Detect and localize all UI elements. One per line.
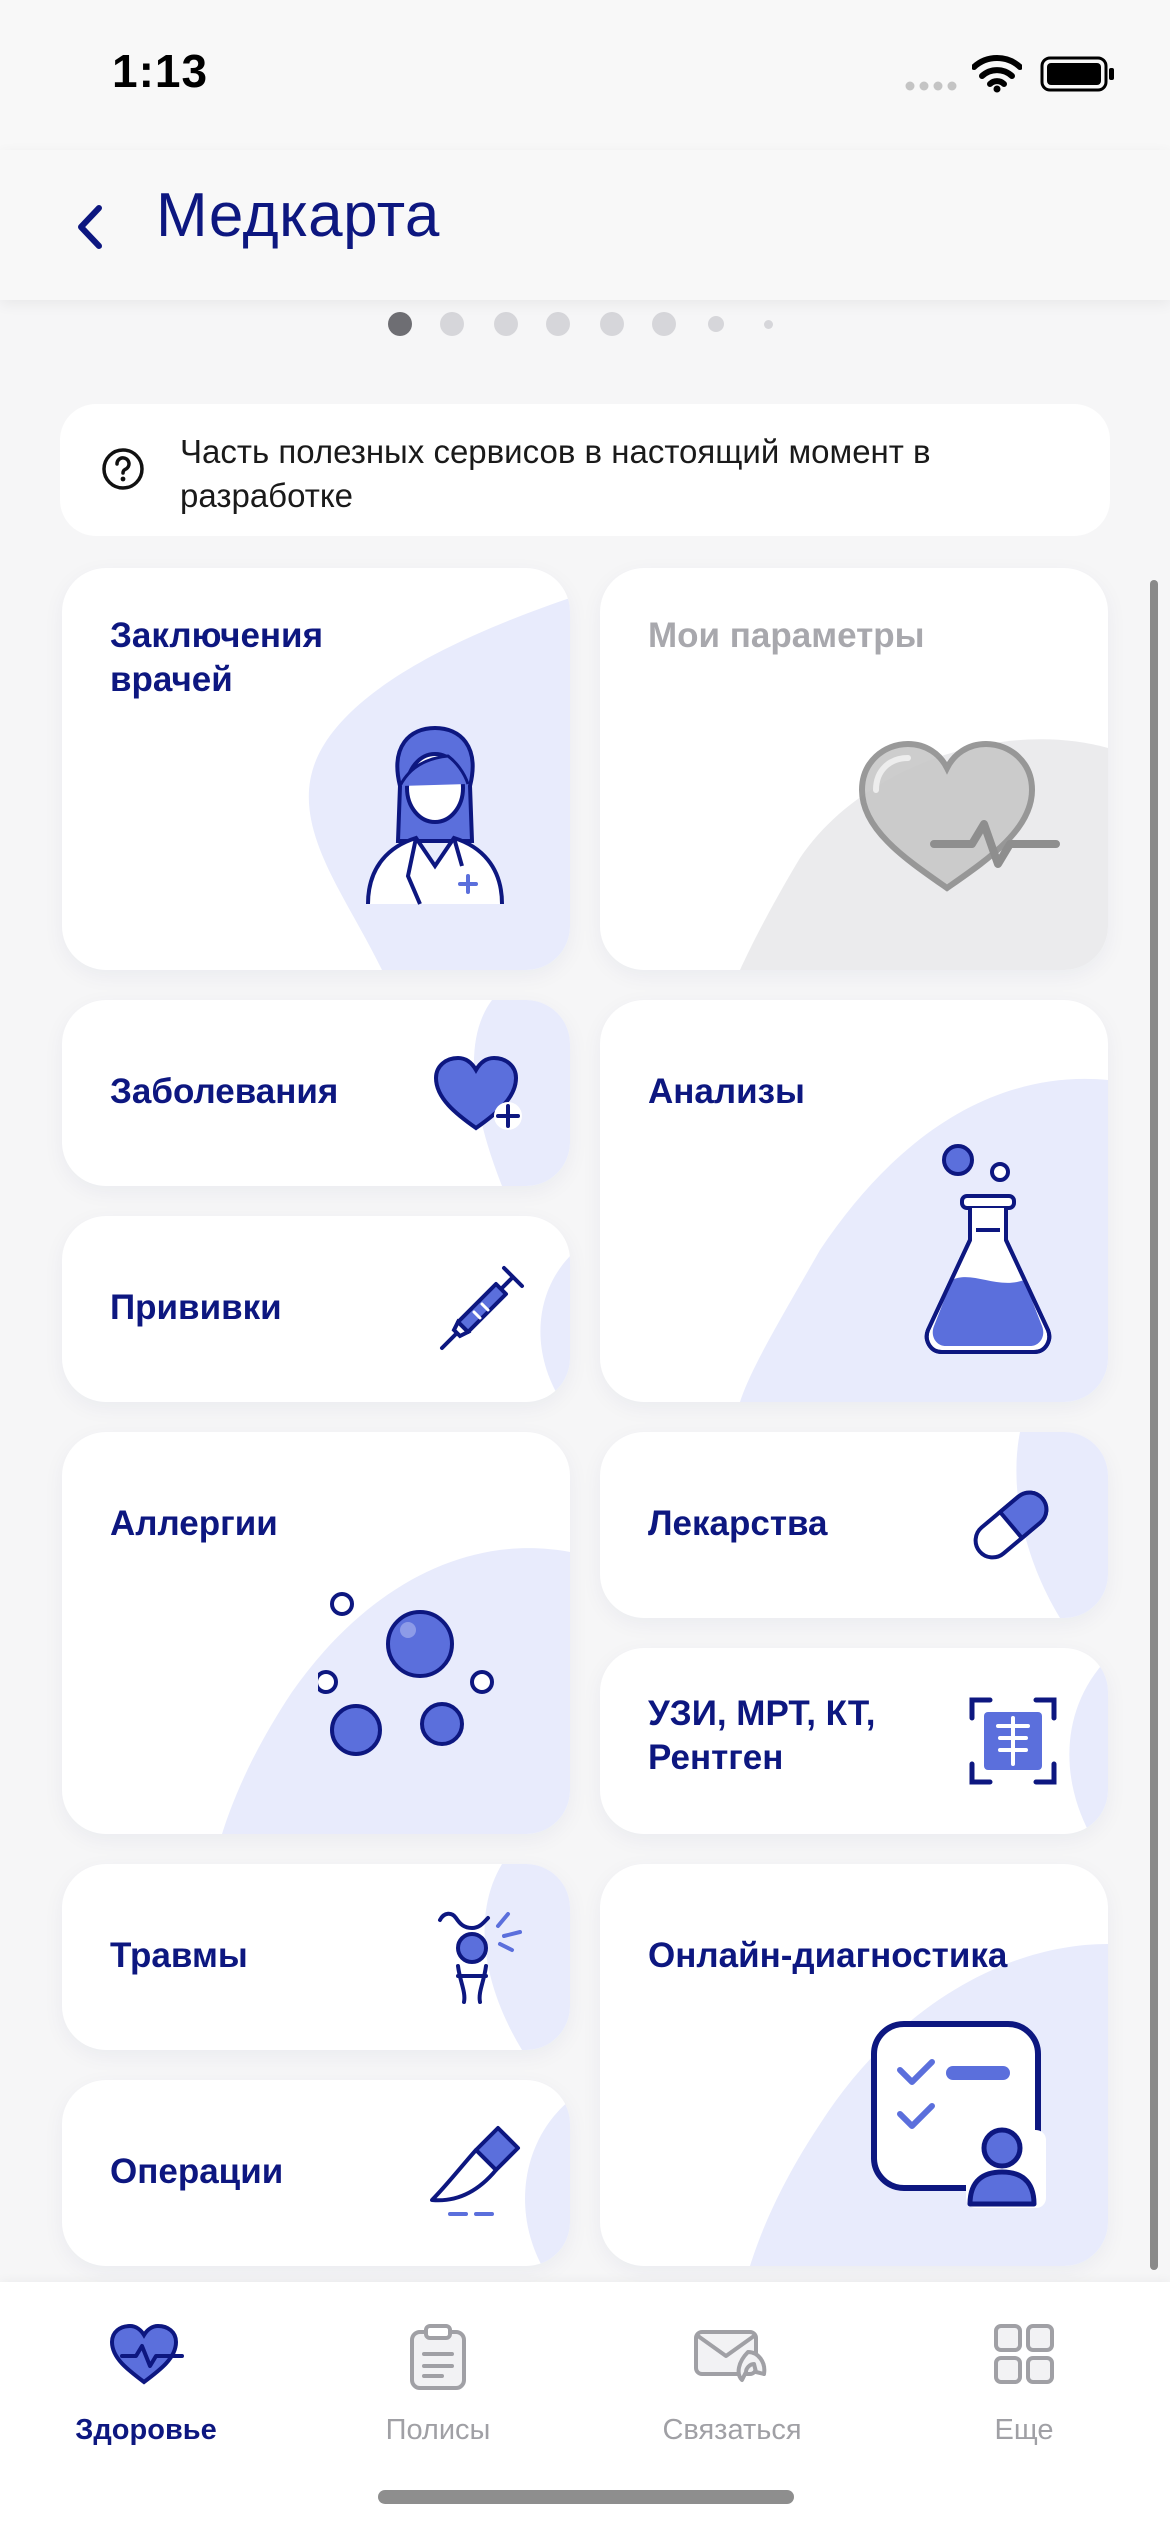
card-doctors-conclusions[interactable]: Заключения врачей — [62, 568, 570, 970]
status-bar: 1:13 — [0, 0, 1170, 150]
heart-pulse-icon — [109, 2323, 184, 2385]
wifi-icon — [972, 55, 1022, 93]
card-operations[interactable]: Операции — [62, 2080, 570, 2266]
cellular-signal-icon — [905, 81, 957, 91]
card-vaccines[interactable]: Прививки — [62, 1216, 570, 1402]
bubbles-icon — [318, 1592, 494, 1756]
syringe-icon — [440, 1266, 524, 1350]
tab-label: Связаться — [662, 2414, 802, 2446]
card-label: Прививки — [110, 1288, 282, 1327]
page-dot[interactable] — [440, 312, 464, 336]
card-my-parameters[interactable]: Мои параметры — [600, 568, 1108, 970]
page-dot[interactable] — [600, 312, 624, 336]
card-medicines[interactable]: Лекарства — [600, 1432, 1108, 1618]
pill-icon — [973, 1490, 1049, 1560]
tab-more[interactable]: Еще — [914, 2302, 1134, 2452]
tab-label: Еще — [994, 2414, 1054, 2446]
clipboard-icon — [410, 2324, 466, 2390]
card-label: Травмы — [110, 1936, 248, 1975]
card-label: Заключения врачей — [110, 616, 323, 699]
development-notice: Часть полезных сервисов в настоящий моме… — [60, 404, 1110, 536]
card-label: Лекарства — [648, 1504, 828, 1543]
notice-text: Часть полезных сервисов в настоящий моме… — [180, 433, 931, 514]
page-dot[interactable] — [708, 316, 724, 332]
card-label: Анализы — [648, 1072, 805, 1111]
tab-health[interactable]: Здоровье — [36, 2302, 256, 2452]
question-circle-icon — [102, 448, 144, 490]
page-dot[interactable] — [652, 312, 676, 336]
back-button[interactable] — [60, 192, 120, 262]
card-label: Операции — [110, 2152, 284, 2191]
card-label: УЗИ, МРТ, КТ, Рентген — [648, 1694, 876, 1777]
card-label: Онлайн-диагностика — [648, 1936, 1008, 1975]
tab-contact[interactable]: Связаться — [622, 2302, 842, 2452]
card-analyses[interactable]: Анализы — [600, 1000, 1108, 1402]
home-indicator[interactable] — [378, 2490, 794, 2504]
card-label: Аллергии — [110, 1504, 278, 1543]
heart-pulse-icon — [858, 740, 1060, 892]
tab-label: Здоровье — [75, 2414, 217, 2446]
grid-icon — [994, 2324, 1054, 2384]
doctor-icon — [366, 726, 504, 905]
card-allergies[interactable]: Аллергии — [62, 1432, 570, 1834]
injury-icon — [438, 1911, 522, 2004]
tab-policies[interactable]: Полисы — [328, 2302, 548, 2452]
page-title: Медкарта — [156, 181, 440, 250]
checklist-user-icon — [871, 2021, 1046, 2208]
nav-header: Медкарта — [0, 150, 1170, 300]
card-diseases[interactable]: Заболевания — [62, 1000, 570, 1186]
page-indicator — [0, 312, 1170, 336]
scalpel-icon — [430, 2126, 520, 2216]
scrollbar[interactable] — [1150, 580, 1158, 2270]
tab-label: Полисы — [385, 2414, 491, 2446]
battery-icon — [1040, 56, 1114, 92]
xray-scan-icon — [969, 1697, 1057, 1785]
page-dot-active[interactable] — [388, 312, 412, 336]
card-injuries[interactable]: Травмы — [62, 1864, 570, 2050]
card-label: Мои параметры — [648, 616, 925, 655]
heart-plus-icon — [433, 1055, 522, 1131]
card-label: Заболевания — [110, 1072, 339, 1111]
flask-icon — [924, 1144, 1052, 1354]
page-dot[interactable] — [494, 312, 518, 336]
chevron-left-icon — [78, 205, 102, 249]
page-dot[interactable] — [546, 312, 570, 336]
envelope-phone-icon — [694, 2330, 767, 2382]
card-online-diagnostics[interactable]: Онлайн-диагностика — [600, 1864, 1108, 2266]
status-time: 1:13 — [112, 45, 209, 97]
page-dot[interactable] — [764, 320, 773, 329]
card-imaging[interactable]: УЗИ, МРТ, КТ, Рентген — [600, 1648, 1108, 1834]
